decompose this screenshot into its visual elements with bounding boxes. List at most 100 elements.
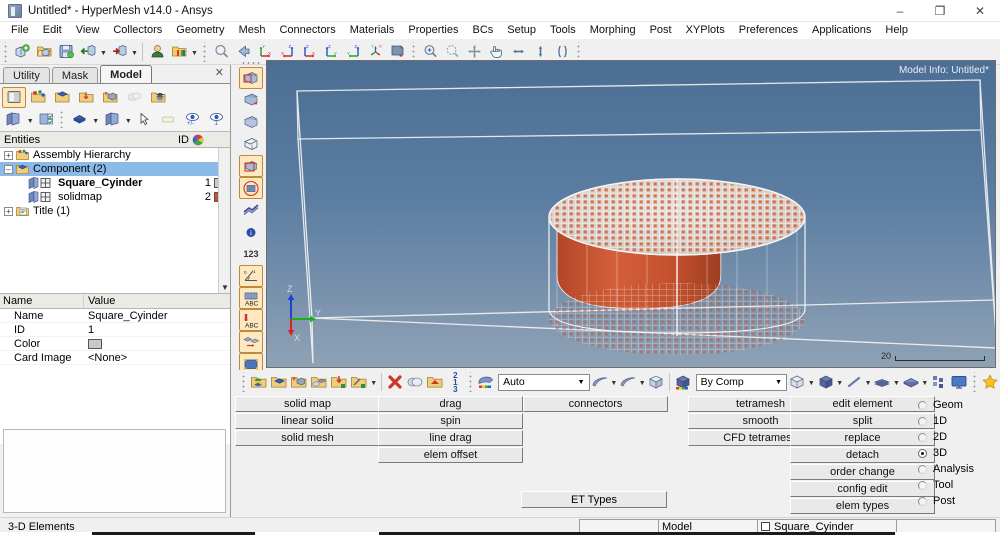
command-button-split[interactable]: split — [790, 413, 935, 429]
radio-indicator[interactable] — [918, 480, 927, 490]
export-dropdown-arrow[interactable]: ▼ — [130, 41, 139, 63]
reflect-icon[interactable] — [425, 371, 445, 393]
tree-expander-icon[interactable]: + — [4, 150, 13, 160]
radio-3d[interactable]: 3D — [918, 445, 998, 461]
menu-mesh[interactable]: Mesh — [232, 23, 273, 37]
status-checkbox[interactable] — [761, 522, 770, 531]
radio-post[interactable]: Post — [918, 493, 998, 509]
wireframe-cube-dropdown-arrow[interactable]: ▼ — [807, 371, 815, 393]
mesh-compare-icon[interactable] — [239, 331, 263, 353]
command-button-order-change[interactable]: order change — [790, 464, 935, 480]
reverse-display-dropdown-arrow[interactable]: ▼ — [124, 109, 133, 130]
menu-properties[interactable]: Properties — [401, 23, 465, 37]
assign-icon[interactable] — [349, 371, 369, 393]
property-row-name[interactable]: Name Square_Cyinder — [0, 309, 230, 323]
menu-geometry[interactable]: Geometry — [169, 23, 231, 37]
command-button-solid-map[interactable]: solid map — [235, 396, 380, 412]
delete-entity-icon[interactable] — [385, 371, 405, 393]
reverse-display-icon[interactable] — [100, 109, 124, 130]
menu-bcs[interactable]: BCs — [466, 23, 501, 37]
open-model-icon[interactable] — [33, 41, 55, 63]
menu-preferences[interactable]: Preferences — [732, 23, 805, 37]
create-component-icon[interactable] — [248, 371, 268, 393]
maximize-button[interactable]: ❐ — [920, 0, 960, 22]
assign-dropdown-arrow[interactable]: ▼ — [370, 371, 378, 393]
color-cube-icon[interactable] — [673, 371, 693, 393]
tree-item-title-1[interactable]: + Title (1) — [0, 204, 230, 218]
load-collector-icon[interactable] — [74, 87, 98, 108]
group-icon[interactable] — [122, 87, 146, 108]
element-group-icon[interactable] — [929, 371, 949, 393]
toolbar-grip-3[interactable] — [411, 41, 417, 62]
property-row-color[interactable]: Color — [0, 337, 230, 351]
command-button-detach[interactable]: detach — [790, 447, 935, 463]
mesh-quality-icon[interactable] — [239, 199, 263, 221]
shaded-cube-icon[interactable] — [815, 371, 835, 393]
menu-tools[interactable]: Tools — [543, 23, 583, 37]
color-mode-dropdown-arrow[interactable]: ▼ — [771, 375, 786, 390]
eye-single-icon[interactable]: 1 — [204, 109, 228, 130]
display-screen-icon[interactable] — [949, 371, 969, 393]
star-icon[interactable] — [980, 371, 1000, 393]
checkbox-list-icon[interactable] — [35, 109, 59, 130]
radio-indicator[interactable] — [918, 448, 927, 458]
import-mesh-icon[interactable] — [329, 371, 349, 393]
menu-post[interactable]: Post — [643, 23, 679, 37]
component-icon[interactable] — [50, 87, 74, 108]
panel-tab-mask[interactable]: Mask — [51, 67, 99, 83]
tree-item-assembly-hierarchy[interactable]: + Assembly Hierarchy — [0, 148, 230, 162]
command-button-replace[interactable]: replace — [790, 430, 935, 446]
mesh-shaded-icon[interactable] — [239, 111, 263, 133]
color-mode-dropdown[interactable]: By Comp ▼ — [695, 373, 788, 391]
panel-close-icon[interactable]: ✕ — [215, 66, 224, 79]
command-button-linear-solid[interactable]: linear solid — [235, 413, 380, 429]
measure-angle-icon[interactable]: 01 — [239, 265, 263, 287]
export-icon[interactable] — [108, 41, 130, 63]
radio-1d[interactable]: 1D — [918, 413, 998, 429]
command-button-solid-mesh[interactable]: solid mesh — [235, 430, 380, 446]
menu-view[interactable]: View — [69, 23, 107, 37]
numbers-123-icon[interactable]: 123 — [239, 243, 263, 265]
organize-icon[interactable] — [309, 371, 329, 393]
menu-xyplots[interactable]: XYPlots — [679, 23, 732, 37]
stacked-components-icon[interactable] — [146, 87, 170, 108]
mesh-mode-dropdown-arrow[interactable]: ▼ — [574, 375, 589, 390]
panel-tab-utility[interactable]: Utility — [3, 67, 50, 83]
mesh-display-icon[interactable] — [239, 67, 263, 89]
toolbar-grip[interactable] — [3, 41, 9, 62]
line-element-icon[interactable] — [844, 371, 864, 393]
solid-element-dropdown-arrow[interactable]: ▼ — [921, 371, 929, 393]
edit-component-icon[interactable] — [269, 371, 289, 393]
shell-element-dropdown-arrow[interactable]: ▼ — [892, 371, 900, 393]
annotation-abc-icon[interactable]: ABC — [239, 309, 263, 331]
new-model-icon[interactable] — [11, 41, 33, 63]
property-color-swatch[interactable] — [88, 338, 102, 349]
wireframe-cube-icon[interactable] — [787, 371, 807, 393]
menu-file[interactable]: File — [4, 23, 36, 37]
isolate-icon[interactable] — [157, 109, 181, 130]
model-browser-icon[interactable] — [2, 86, 26, 108]
color-mode-icon[interactable] — [476, 371, 496, 393]
menu-help[interactable]: Help — [878, 23, 915, 37]
shell-element-icon[interactable] — [872, 371, 892, 393]
surface-mesh-dropdown-arrow[interactable]: ▼ — [610, 371, 618, 393]
import-dropdown-arrow[interactable]: ▼ — [99, 41, 108, 63]
property-row-id[interactable]: ID 1 — [0, 323, 230, 337]
view-toolbar-grip[interactable] — [241, 58, 261, 66]
tree-item-solidmap[interactable]: solidmap 2 — [0, 190, 230, 204]
menu-connectors[interactable]: Connectors — [272, 23, 342, 37]
pointer-select-icon[interactable] — [133, 109, 157, 130]
assembly-icon[interactable] — [26, 87, 50, 108]
mesh-feature-icon[interactable] — [239, 155, 263, 177]
duplicate-icon[interactable] — [405, 371, 425, 393]
surface-mesh-alt-icon[interactable] — [618, 371, 638, 393]
command-input-area[interactable] — [3, 429, 226, 513]
tree-expander-icon[interactable]: + — [4, 206, 13, 216]
panel-tab-model[interactable]: Model — [100, 65, 152, 83]
tree-scroll-down-icon[interactable]: ▼ — [221, 283, 229, 292]
solid-display-icon[interactable] — [239, 177, 263, 199]
solid-mesh-icon[interactable] — [646, 371, 666, 393]
toolbar-grip-4[interactable] — [576, 41, 582, 62]
renumber-icon[interactable]: 213 — [445, 371, 465, 393]
zoom-fit-icon[interactable] — [210, 41, 232, 63]
